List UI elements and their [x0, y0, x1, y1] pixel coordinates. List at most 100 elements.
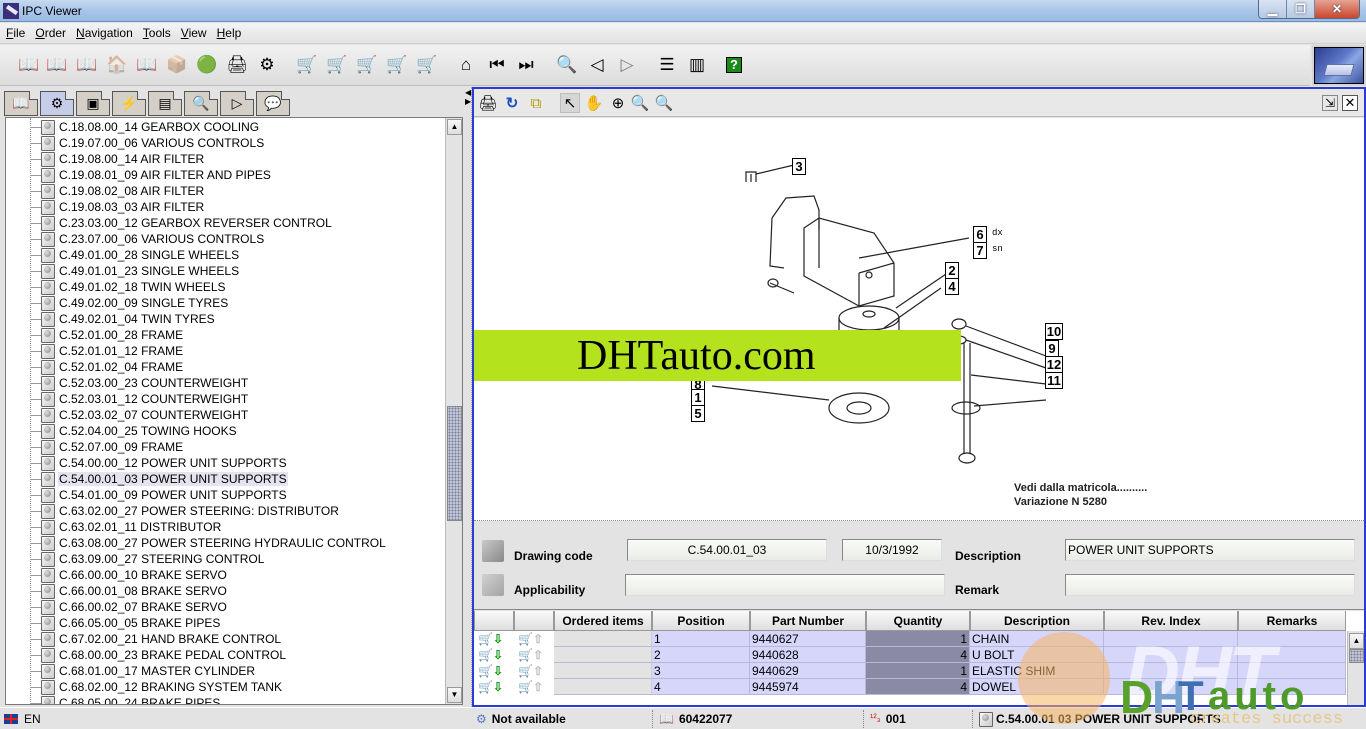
tab-play[interactable]: ▷ [220, 91, 254, 116]
column-header[interactable]: Description [970, 611, 1104, 631]
scroll-up-button[interactable]: ▲ [447, 119, 462, 135]
help-icon[interactable]: ? [726, 57, 742, 73]
tree-item[interactable]: C.18.08.00_14 GEARBOX COOLING [30, 119, 260, 135]
callout-1[interactable]: 1 [691, 389, 705, 406]
catalog-play-icon[interactable]: 🟢 [196, 54, 218, 76]
column-header[interactable]: Position [652, 611, 750, 631]
callout-2[interactable]: 2 [945, 262, 959, 279]
zoom-out-icon[interactable]: 🔍 [630, 93, 650, 113]
parts-scroll-thumb[interactable] [1349, 649, 1364, 663]
column-header[interactable]: Remarks [1238, 611, 1346, 631]
tree-item[interactable]: C.52.01.01_12 FRAME [30, 343, 184, 359]
app-settings-icon[interactable]: ⚙ [256, 54, 278, 76]
callout-11[interactable]: 11 [1045, 372, 1063, 389]
column-header[interactable]: Ordered items [554, 611, 652, 631]
column-header[interactable] [514, 611, 554, 631]
tree-item[interactable]: C.68.00.00_23 BRAKE PEDAL CONTROL [30, 647, 287, 663]
tree-item[interactable]: C.49.02.00_09 SINGLE TYRES [30, 295, 229, 311]
home-icon[interactable]: ⌂ [455, 54, 477, 76]
tab-catalog[interactable]: 📖 [4, 91, 38, 116]
tree-item[interactable]: C.23.03.00_12 GEARBOX REVERSER CONTROL [30, 215, 333, 231]
tree-item[interactable]: C.49.01.02_18 TWIN WHEELS [30, 279, 227, 295]
remark-field[interactable] [1065, 574, 1355, 596]
tree-item[interactable]: C.49.02.01_04 TWIN TYRES [30, 311, 216, 327]
detach-window-icon[interactable]: ⇲ [1322, 95, 1338, 111]
tree-item[interactable]: C.63.08.00_27 POWER STEERING HYDRAULIC C… [30, 535, 387, 551]
language-indicator[interactable]: EN [4, 710, 41, 728]
search-icon[interactable]: 🔍 [556, 54, 578, 76]
menu-tools[interactable]: Tools [143, 26, 171, 40]
scroll-down-button[interactable]: ▼ [447, 687, 462, 703]
panel-splitter[interactable]: ◀ ▶ [465, 87, 472, 707]
refresh-icon[interactable]: ↻ [502, 93, 522, 113]
pan-hand-icon[interactable]: ✋ [584, 93, 604, 113]
tree-item[interactable]: C.67.02.00_21 HAND BRAKE CONTROL [30, 631, 282, 647]
horizontal-layout-icon[interactable]: ☰ [656, 54, 678, 76]
save-cart-icon[interactable]: 🛒 [356, 54, 378, 76]
open-catalog-icon[interactable]: 📖 [18, 54, 40, 76]
menu-help[interactable]: Help [217, 26, 242, 40]
callout-5[interactable]: 5 [691, 405, 705, 422]
tree-item[interactable]: C.54.00.01_03 POWER UNIT SUPPORTS [30, 471, 288, 487]
tree-item[interactable]: C.66.00.00_10 BRAKE SERVO [30, 567, 228, 583]
tree-item[interactable]: C.68.05.00_24 BRAKE PIPES [30, 695, 221, 704]
minimize-button[interactable]: ▁ [1259, 0, 1287, 18]
tree-item[interactable]: C.66.00.01_08 BRAKE SERVO [30, 583, 228, 599]
print-preview-icon[interactable]: 🖨 [226, 54, 248, 76]
remove-from-cart-icon[interactable]: 🛒⇧ [518, 647, 552, 663]
collapse-left-icon[interactable]: ◀ [465, 89, 471, 97]
tab-groups[interactable]: ⚙ [40, 91, 74, 116]
catalog-back-icon[interactable]: 📖 [46, 54, 68, 76]
drawing-code-field[interactable]: C.54.00.01_03 [627, 539, 827, 561]
tree-item[interactable]: C.49.01.01_23 SINGLE WHEELS [30, 263, 240, 279]
tree-item[interactable]: C.54.01.00_09 POWER UNIT SUPPORTS [30, 487, 288, 503]
tree-scrollbar[interactable]: ▲ ▼ [445, 118, 462, 704]
new-cart-icon[interactable]: 🛒 [296, 54, 318, 76]
zoom-fit-icon[interactable]: ⊕ [608, 93, 628, 113]
menu-navigation[interactable]: Navigation [76, 26, 133, 40]
column-header[interactable]: Quantity [866, 611, 970, 631]
menu-file[interactable]: File [6, 26, 25, 40]
add-to-cart-icon[interactable]: 🛒⇩ [478, 679, 512, 695]
tree-item[interactable]: C.66.00.02_07 BRAKE SERVO [30, 599, 228, 615]
callout-6[interactable]: 6 [973, 226, 987, 243]
forward-icon[interactable]: ▷ [616, 54, 638, 76]
view-cart-icon[interactable]: 🛒 [416, 54, 438, 76]
tree-item[interactable]: C.52.03.00_23 COUNTERWEIGHT [30, 375, 249, 391]
callout-10[interactable]: 10 [1045, 323, 1063, 340]
tree-item[interactable]: C.66.05.00_05 BRAKE PIPES [30, 615, 221, 631]
drawing-date-field[interactable]: 10/3/1992 [842, 539, 942, 561]
tree-item[interactable]: C.52.01.00_28 FRAME [30, 327, 184, 343]
remove-from-cart-icon[interactable]: 🛒⇧ [518, 663, 552, 679]
column-header[interactable]: Part Number [750, 611, 866, 631]
catalog-export-icon[interactable]: 📖 [136, 54, 158, 76]
tree-item[interactable]: C.52.03.02_07 COUNTERWEIGHT [30, 407, 249, 423]
last-page-icon[interactable]: ⏭ [515, 54, 537, 76]
tree-item[interactable]: C.23.07.00_06 VARIOUS CONTROLS [30, 231, 265, 247]
tree-item[interactable]: C.68.01.00_17 MASTER CYLINDER [30, 663, 256, 679]
column-header[interactable]: Rev. Index [1104, 611, 1238, 631]
menu-order[interactable]: Order [35, 26, 66, 40]
close-window-button[interactable]: ✕ [1315, 0, 1359, 18]
print-drawing-icon[interactable]: 🖨 [478, 93, 498, 113]
copy-icon[interactable]: ⧉ [526, 93, 546, 113]
catalog-disabled-icon[interactable]: 🏠 [106, 54, 128, 76]
tree-item[interactable]: C.52.01.02_04 FRAME [30, 359, 184, 375]
tree-item[interactable]: C.49.01.00_28 SINGLE WHEELS [30, 247, 240, 263]
close-panel-icon[interactable]: ✕ [1342, 95, 1358, 111]
catalog-list-icon[interactable]: 📖 [76, 54, 98, 76]
first-page-icon[interactable]: ⏮ [486, 54, 508, 76]
remove-from-cart-icon[interactable]: 🛒⇧ [518, 679, 552, 695]
tab-changes[interactable]: ⚡ [112, 91, 146, 116]
back-icon[interactable]: ◁ [586, 54, 608, 76]
callout-12[interactable]: 12 [1045, 356, 1063, 373]
column-header[interactable] [474, 611, 514, 631]
tree-item[interactable]: C.19.08.01_09 AIR FILTER AND PIPES [30, 167, 272, 183]
tree-item[interactable]: C.63.09.00_27 STEERING CONTROL [30, 551, 265, 567]
callout-4[interactable]: 4 [945, 278, 959, 295]
expand-right-icon[interactable]: ▶ [465, 98, 471, 106]
tab-lists[interactable]: ▤ [148, 91, 182, 116]
scroll-thumb[interactable] [447, 405, 462, 521]
callout-9[interactable]: 9 [1045, 340, 1059, 357]
open-cart-icon[interactable]: 🛒 [326, 54, 348, 76]
